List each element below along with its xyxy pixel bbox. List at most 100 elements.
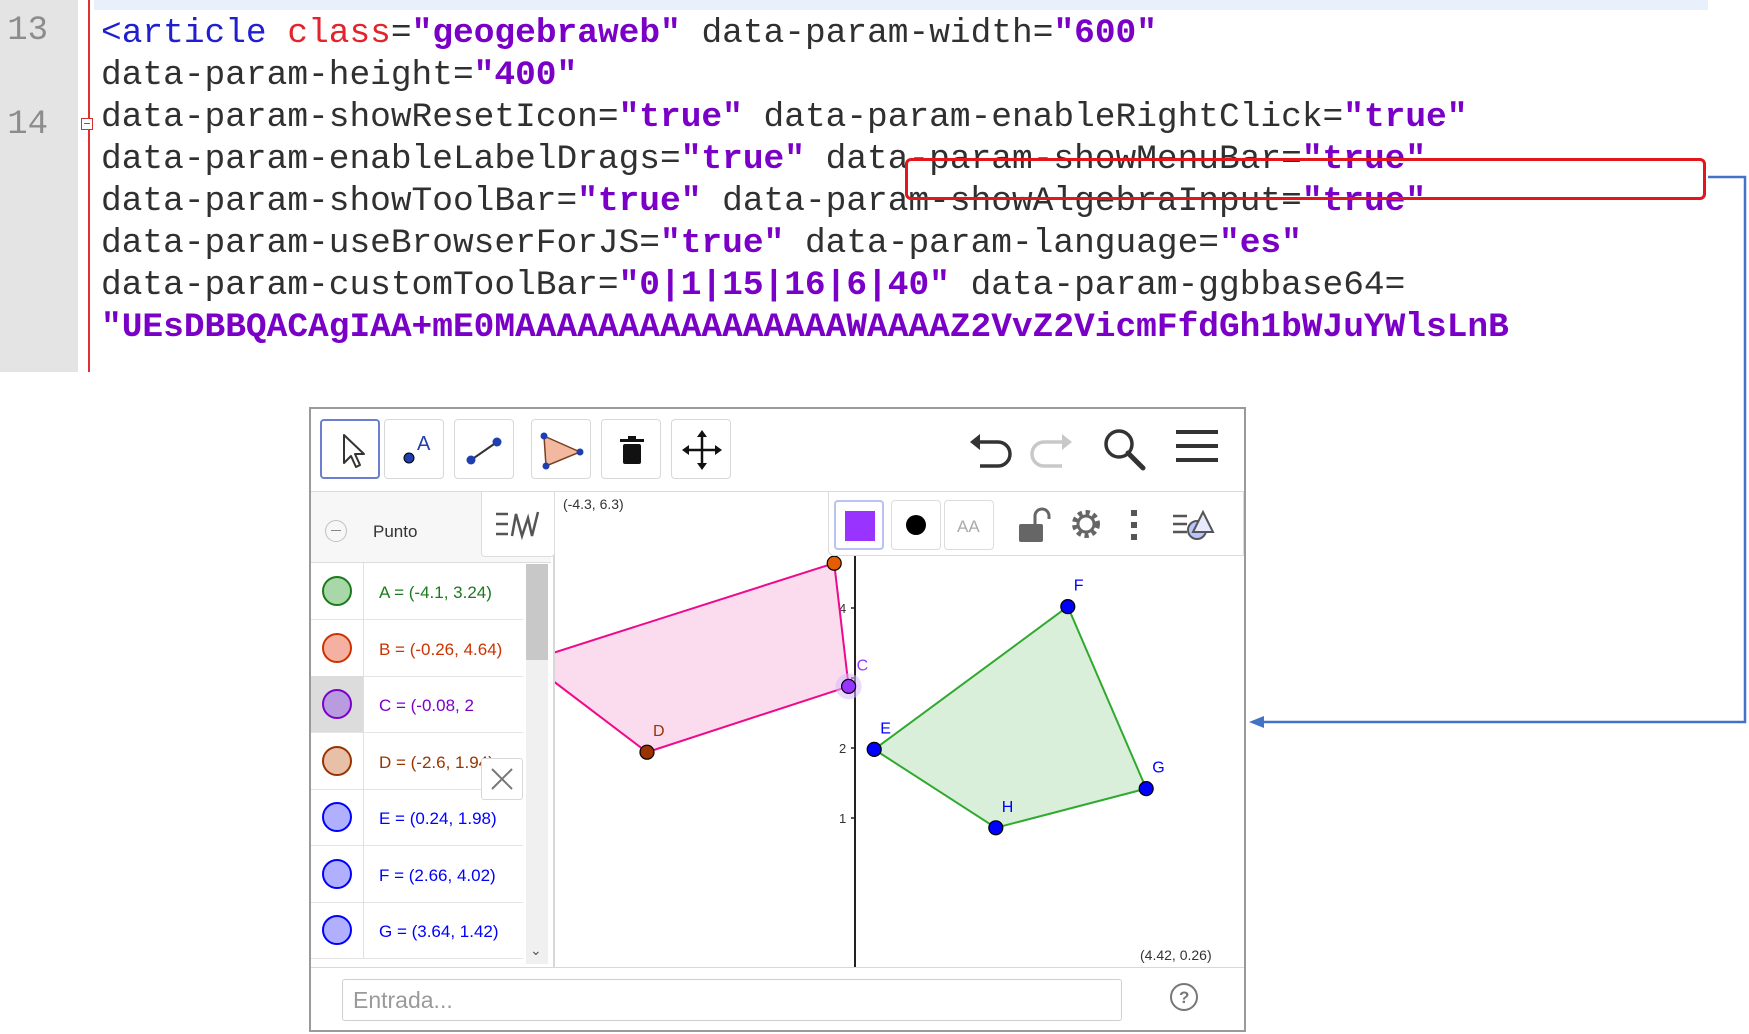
segment-tool-icon [466,437,502,465]
code-line: data-param-showResetIcon="true" data-par… [101,98,1467,138]
lock-button[interactable] [1007,500,1057,550]
fold-toggle-icon[interactable] [81,118,93,130]
main-menu-button[interactable] [1173,425,1223,475]
search-button[interactable] [1099,425,1149,475]
graphics-view[interactable]: 12345ABCDEFGH (-4.3, 6.3) (4.42, 0.26) A… [555,492,1244,967]
code-line: data-param-customToolBar="0|1|15|16|6|40… [101,266,1405,306]
move-tool-button[interactable] [320,419,380,479]
code-token: "UEsDBBQACAgIAA+mE0MAAAAAAAAAAAAAAAAWAAA… [101,308,1509,347]
visibility-toggle[interactable] [311,732,364,789]
algebra-definition: E = (0.24, 1.98) [379,809,497,828]
collapse-icon[interactable] [325,520,347,542]
visibility-toggle[interactable] [311,619,364,676]
move-graphics-view-tool-icon [682,430,722,470]
settings-button[interactable] [1062,500,1112,550]
marble-icon [322,915,352,945]
point-label: E [880,720,891,737]
label-icon: AA [957,517,980,536]
search-icon [1104,429,1146,471]
algebra-item[interactable]: G = (3.64, 1.42) [311,902,523,959]
algebra-group-title: Punto [373,522,418,541]
line-number: 14 [7,106,48,144]
code-line: data-param-useBrowserForJS="true" data-p… [101,224,1302,264]
point-style-icon [906,515,926,535]
close-button[interactable] [481,758,523,800]
point-label: F [1074,578,1084,595]
label-style-button[interactable]: AA [944,500,994,550]
point-tool-button[interactable]: A [384,419,444,479]
algebra-style-bar-button[interactable] [481,492,555,557]
point-f[interactable] [1060,598,1076,615]
point-g[interactable] [1138,781,1154,797]
code-token: "true" [577,182,702,221]
point-b[interactable] [826,555,842,571]
algebra-scroll-thumb[interactable] [526,564,548,660]
gear-icon [1072,510,1100,538]
algebra-definition: D = (-2.6, 1.94) [379,752,494,772]
y-tick-label: 1 [839,811,846,826]
help-icon[interactable]: ? [1169,982,1199,1012]
algebra-item[interactable]: F = (2.66, 4.02) [311,845,523,903]
code-token: data-param-showToolBar= [101,182,578,221]
geogebra-applet[interactable]: A Punto A = (-4.1, 3.24) B = (-0.26, 4.6… [309,407,1246,1032]
code-token: "400" [473,56,578,95]
point-style-button[interactable] [891,500,941,550]
redo-button[interactable] [1026,425,1076,475]
point-h[interactable] [988,820,1004,836]
visibility-toggle[interactable] [311,845,364,902]
marble-icon [322,802,352,832]
visibility-toggle[interactable] [311,676,364,732]
code-token: "es" [1219,224,1302,263]
visibility-toggle[interactable] [311,563,364,619]
more-vertical-icon [1131,510,1137,540]
point-e[interactable] [866,741,882,757]
code-token: data-param-height= [101,56,474,95]
line-number-gutter: 13 14 [0,0,78,372]
color-button[interactable] [834,500,884,550]
polygon-tool-button[interactable] [531,419,591,479]
code-token: "true" [660,224,785,263]
scroll-down-icon[interactable]: ⌄ [530,942,542,959]
svg-text:A: A [417,433,431,455]
polygon-tool-icon [540,432,584,470]
code-editor[interactable]: 13 14 <article class="geogebraweb" data-… [0,0,1749,372]
marble-icon [322,745,352,776]
segment-tool-button[interactable] [454,419,514,479]
algebra-item[interactable]: B = (-0.26, 4.64) [311,619,523,677]
graphics-style-toggle-button[interactable] [1169,500,1219,550]
point-tool-icon: A [403,433,431,464]
code-token: data-param-useBrowserForJS= [101,224,660,263]
unlock-icon [1019,507,1051,542]
more-options-button[interactable] [1119,500,1149,550]
undo-button[interactable] [966,425,1016,475]
polygon-abcd[interactable] [555,561,850,754]
point-label: D [653,723,665,740]
code-token: data-param-customToolBar= [101,266,619,305]
algebra-definition: F = (2.66, 4.02) [379,865,496,885]
visibility-toggle[interactable] [311,902,364,958]
bottom-right-coordinate: (4.42, 0.26) [1140,947,1212,963]
point-c[interactable] [841,678,857,694]
delete-tool-icon [620,436,644,464]
algebra-item[interactable]: C = (-0.08, 2 [311,676,523,733]
marble-icon [322,858,352,889]
graphics-canvas[interactable]: 12345ABCDEFGH [555,492,1244,967]
code-token: "true" [680,140,805,179]
polygon-efgh[interactable] [872,605,1148,829]
delete-tool-button[interactable] [601,419,661,479]
marble-icon [322,576,352,606]
algebra-input[interactable] [342,979,1122,1021]
algebra-item[interactable]: A = (-4.1, 3.24) [311,563,523,620]
point-d[interactable] [639,744,655,760]
code-token: <article [101,14,267,53]
redo-icon [1030,434,1072,468]
point-label: C [857,657,869,674]
point-label: G [1152,760,1164,777]
move-graphics-view-tool-button[interactable] [671,419,731,479]
svg-text:AA: AA [957,517,980,536]
code-token: "true" [1343,98,1468,137]
algebra-sort-icon [496,511,540,541]
visibility-toggle[interactable] [311,789,364,845]
svg-text:?: ? [1179,988,1189,1007]
